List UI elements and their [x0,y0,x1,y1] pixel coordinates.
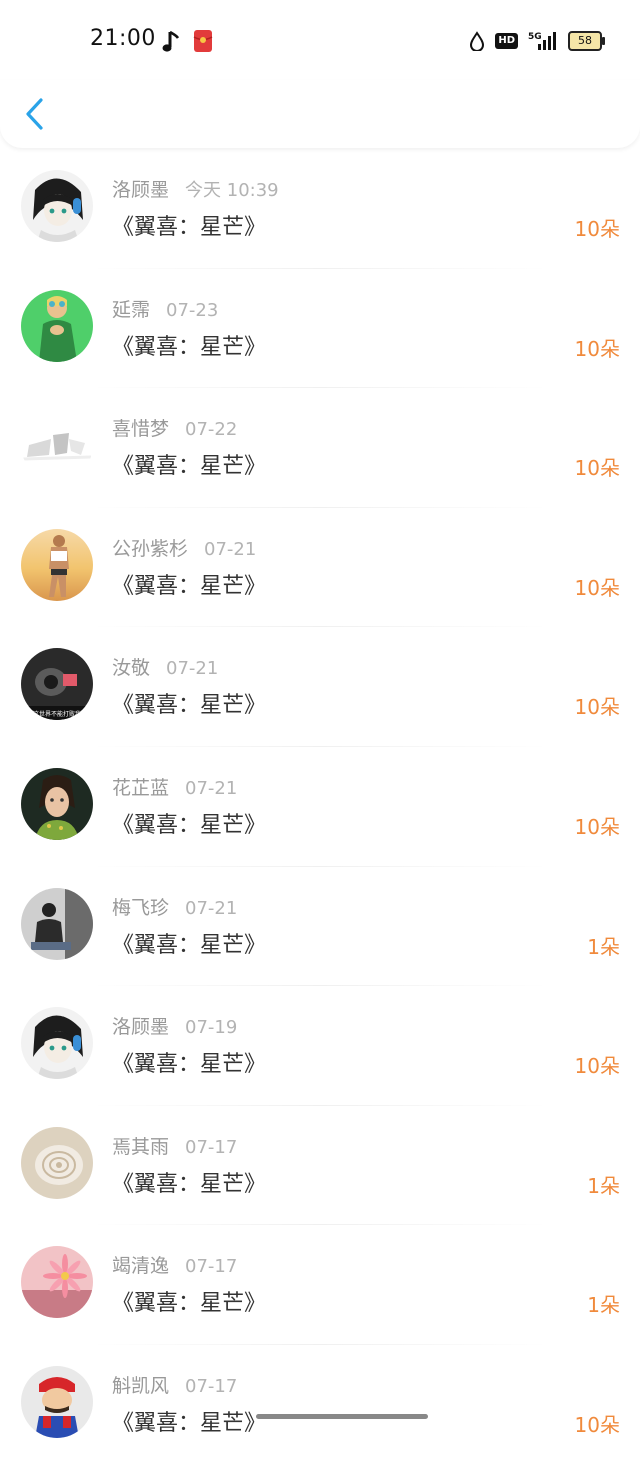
gift-date: 07-17 [185,1375,238,1397]
sender-line: 花芷蓝 07-21 [112,773,237,800]
gift-date: 07-21 [166,658,219,680]
signal-icon: 5G [528,32,556,50]
hd-icon: HD [495,33,518,49]
gift-amount: 10朵 [574,336,620,361]
avatar[interactable] [21,409,93,482]
gift-amount: 1朵 [587,1173,620,1198]
work-title: 《翼喜：星芒》 [112,1291,267,1317]
sender-line: 汝敬 07-21 [112,653,218,680]
list-item[interactable]: 这世界不能打败我 汝敬 07-21 《翼喜：星芒》 10朵 [0,627,640,747]
avatar-caption: 这世界不能打败我 [33,710,81,718]
list-item[interactable]: 公孙紫杉 07-21 《翼喜：星芒》 10朵 [0,507,640,628]
list-item[interactable]: 延霈 07-23 《翼喜：星芒》 10朵 [0,268,640,389]
sender-line: 喜惜梦 07-22 [112,414,237,441]
sender-line: 焉其雨 07-17 [112,1132,237,1159]
sender-name: 喜惜梦 [112,418,170,441]
sender-name: 汝敬 [112,657,151,680]
list-item[interactable]: 洛顾墨 07-19 《翼喜：星芒》 10朵 [0,986,640,1106]
gift-date: 07-23 [166,299,219,321]
gift-amount: 10朵 [574,456,620,481]
list-item[interactable]: 竭清逸 07-17 《翼喜：星芒》 1朵 [0,1225,640,1345]
avatar[interactable] [21,170,93,242]
battery-level: 58 [578,34,592,47]
work-title: 《翼喜：星芒》 [112,454,267,480]
gift-amount: 10朵 [574,575,620,600]
sender-name: 梅飞珍 [112,896,170,919]
gift-date: 今天 10:39 [185,180,279,201]
avatar[interactable]: 这世界不能打败我 [21,648,93,721]
water-drop-icon [470,31,485,51]
gift-amount: 10朵 [574,217,620,241]
status-indicators: HD 5G 58 [469,29,605,53]
music-note-icon [162,30,180,52]
list-item[interactable]: 焉其雨 07-17 《翼喜：星芒》 1朵 [0,1105,640,1226]
home-indicator[interactable] [256,1414,428,1419]
red-packet-icon [193,30,213,52]
sender-name: 洛顾墨 [112,179,170,201]
sender-name: 延霈 [112,298,151,321]
avatar[interactable] [21,887,93,960]
svg-text:5G: 5G [528,32,542,42]
gift-date: 07-17 [185,1256,238,1278]
chevron-left-icon [26,98,43,130]
avatar[interactable] [21,767,93,840]
gift-date: 07-17 [185,1136,238,1158]
work-title: 《翼喜：星芒》 [112,693,267,719]
work-title: 《翼喜：星芒》 [112,573,267,599]
gift-date: 07-22 [185,419,238,441]
gift-date: 07-21 [204,538,257,560]
status-time: 21:00 [90,26,156,51]
work-title: 《翼喜：星芒》 [112,1052,267,1078]
sender-name: 洛顾墨 [112,1016,170,1039]
list-item[interactable]: 喜惜梦 07-22 《翼喜：星芒》 10朵 [0,388,640,508]
work-title: 《翼喜：星芒》 [112,334,267,360]
gift-amount: 10朵 [574,1412,620,1437]
gift-amount: 10朵 [574,814,620,839]
sender-line: 延霈 07-23 [112,295,218,322]
sender-line: 斛凯风 07-17 [112,1371,237,1398]
sender-name: 公孙紫杉 [112,537,189,560]
avatar[interactable] [21,289,93,362]
sender-name: 花芷蓝 [112,776,170,799]
sender-line: 公孙紫杉 07-21 [112,534,256,561]
gift-date: 07-19 [185,1017,238,1039]
gift-amount: 1朵 [587,934,620,959]
gift-record-list: 洛顾墨 今天 10:39 《翼喜：星芒》 10朵 延霈 07-23 《翼喜：星芒》 … [0,149,640,1465]
list-item[interactable]: 洛顾墨 今天 10:39 《翼喜：星芒》 10朵 [0,149,640,269]
work-title: 《翼喜：星芒》 [112,932,267,958]
sender-line: 洛顾墨 07-19 [112,1012,237,1039]
status-bar: 21:00 HD 5G 58 [0,0,640,80]
list-item[interactable]: 梅飞珍 07-21 《翼喜：星芒》 1朵 [0,866,640,987]
avatar[interactable] [21,1007,93,1080]
list-item[interactable]: 花芷蓝 07-21 《翼喜：星芒》 10朵 [0,746,640,867]
sender-line: 梅飞珍 07-21 [112,893,237,920]
sender-line: 洛顾墨 今天 10:39 [112,175,279,202]
avatar[interactable] [21,528,93,601]
gift-amount: 10朵 [574,695,620,720]
gift-amount: 10朵 [574,1054,620,1079]
sender-name: 焉其雨 [112,1135,170,1158]
work-title: 《翼喜：星芒》 [112,1410,267,1436]
back-button[interactable] [18,94,54,134]
top-navigation-bar [0,80,640,148]
avatar[interactable] [21,1246,93,1319]
sender-name: 斛凯风 [112,1374,170,1397]
work-title: 《翼喜：星芒》 [112,812,267,838]
sender-line: 竭清逸 07-17 [112,1251,237,1278]
gift-date: 07-21 [185,897,238,919]
avatar[interactable] [21,1365,93,1438]
gift-date: 07-21 [185,777,238,799]
work-title: 《翼喜：星芒》 [112,1171,267,1197]
work-title: 《翼喜：星芒》 [112,215,267,240]
avatar[interactable] [21,1126,93,1199]
gift-amount: 1朵 [587,1293,620,1318]
sender-name: 竭清逸 [112,1255,170,1278]
battery-icon: 58 [568,31,605,51]
list-item[interactable]: 斛凯风 07-17 《翼喜：星芒》 10朵 [0,1344,640,1465]
